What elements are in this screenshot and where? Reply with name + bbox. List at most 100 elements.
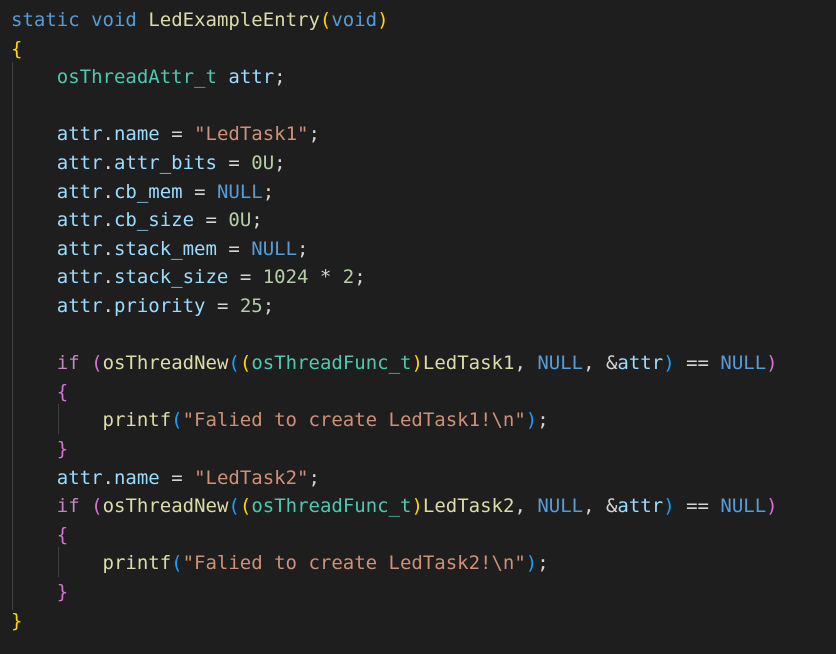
code-line[interactable]: } <box>11 607 22 635</box>
code-line[interactable]: { <box>11 35 22 63</box>
code-token: ; <box>354 266 366 289</box>
code-token: ( <box>171 409 183 432</box>
code-token: attr <box>56 123 103 146</box>
code-token: attr <box>56 266 103 289</box>
code-token: . <box>102 266 114 289</box>
code-token: { <box>56 380 69 403</box>
code-token: "LedTask1" <box>194 123 309 146</box>
code-token: . <box>102 152 114 174</box>
code-token: , <box>514 352 538 375</box>
code-token: ; <box>308 123 320 146</box>
code-token: attr <box>56 152 103 174</box>
code-token: NULL <box>537 352 584 375</box>
code-token: ( <box>171 552 183 575</box>
code-editor[interactable]: static void LedExampleEntry(void){ osThr… <box>0 0 836 654</box>
code-line[interactable]: attr.priority = 25; <box>11 292 274 320</box>
code-token: stack_mem <box>113 237 217 260</box>
code-token: 2 <box>342 266 355 289</box>
code-token: NULL <box>720 495 767 518</box>
code-token: = <box>216 237 252 260</box>
code-token: ( <box>319 9 332 31</box>
code-token: name <box>113 466 160 489</box>
code-line[interactable]: attr.name = "LedTask2"; <box>11 464 320 492</box>
code-token: 1024 <box>262 266 309 289</box>
code-token: = <box>159 466 195 489</box>
code-line[interactable]: attr.cb_size = 0U; <box>11 206 263 234</box>
code-token: } <box>56 438 69 460</box>
code-token: ; <box>537 552 549 575</box>
code-line[interactable]: attr.name = "LedTask1"; <box>11 120 320 148</box>
code-token: { <box>56 523 69 546</box>
code-token: 0U <box>251 152 275 174</box>
code-token: if <box>56 352 80 375</box>
code-line[interactable]: attr.cb_mem = NULL; <box>11 178 274 206</box>
code-line[interactable]: attr.stack_mem = NULL; <box>11 235 309 263</box>
code-token: ; <box>308 466 320 489</box>
code-token: ( <box>239 495 252 518</box>
code-line[interactable]: { <box>11 521 68 549</box>
code-token: attr <box>56 180 103 203</box>
code-token: LedTask1 <box>422 352 515 375</box>
code-token: ) <box>411 495 423 518</box>
code-token: attr_bits <box>113 152 217 174</box>
code-line[interactable]: osThreadAttr_t attr; <box>11 63 286 91</box>
code-token: ; <box>537 409 549 432</box>
code-token: "Falied to create LedTask1!\n" <box>182 409 526 432</box>
code-token: } <box>11 609 23 632</box>
code-line[interactable]: { <box>11 378 68 406</box>
code-line[interactable]: } <box>11 435 68 463</box>
code-token: ) <box>525 409 538 432</box>
code-token: ( <box>91 352 103 375</box>
code-token: cb_size <box>113 209 195 232</box>
code-token: void <box>91 9 137 31</box>
code-token: osThreadNew <box>102 495 229 518</box>
code-token: ; <box>274 152 286 174</box>
code-token: ( <box>91 495 103 518</box>
code-token: NULL <box>216 180 263 203</box>
code-token: . <box>102 180 114 203</box>
code-line[interactable]: attr.stack_size = 1024 * 2; <box>11 263 366 291</box>
code-token: = <box>216 152 252 174</box>
code-token: cb_mem <box>113 180 183 203</box>
code-token: void <box>331 9 378 31</box>
code-token: printf <box>102 409 172 432</box>
code-token: . <box>102 237 114 260</box>
code-line[interactable]: printf("Falied to create LedTask1!\n"); <box>11 406 549 434</box>
code-token: "LedTask2" <box>194 466 309 489</box>
code-token: ) <box>663 495 675 518</box>
code-token: NULL <box>537 495 584 518</box>
code-line[interactable]: if (osThreadNew((osThreadFunc_t)LedTask2… <box>11 492 778 520</box>
code-token: } <box>56 581 69 603</box>
code-line[interactable]: printf("Falied to create LedTask2!\n"); <box>11 549 549 577</box>
code-token: = <box>205 295 240 317</box>
code-token: attr <box>617 495 664 518</box>
code-token: ; <box>274 66 286 89</box>
code-token: ) <box>766 495 778 518</box>
code-token: 25 <box>239 295 263 317</box>
code-token: osThreadNew <box>102 352 229 375</box>
code-token: attr <box>56 237 103 260</box>
code-token: , & <box>583 495 618 518</box>
code-token: ) <box>766 352 778 375</box>
code-token: = <box>182 180 217 203</box>
code-token: * <box>308 266 343 289</box>
code-line[interactable]: attr.attr_bits = 0U; <box>11 149 286 177</box>
code-line[interactable]: if (osThreadNew((osThreadFunc_t)LedTask1… <box>11 349 778 377</box>
code-token: = <box>159 123 195 146</box>
code-token: static <box>11 9 80 31</box>
code-line[interactable]: static void LedExampleEntry(void) <box>11 6 389 34</box>
code-token: if <box>56 495 80 518</box>
code-line[interactable]: } <box>11 578 68 606</box>
